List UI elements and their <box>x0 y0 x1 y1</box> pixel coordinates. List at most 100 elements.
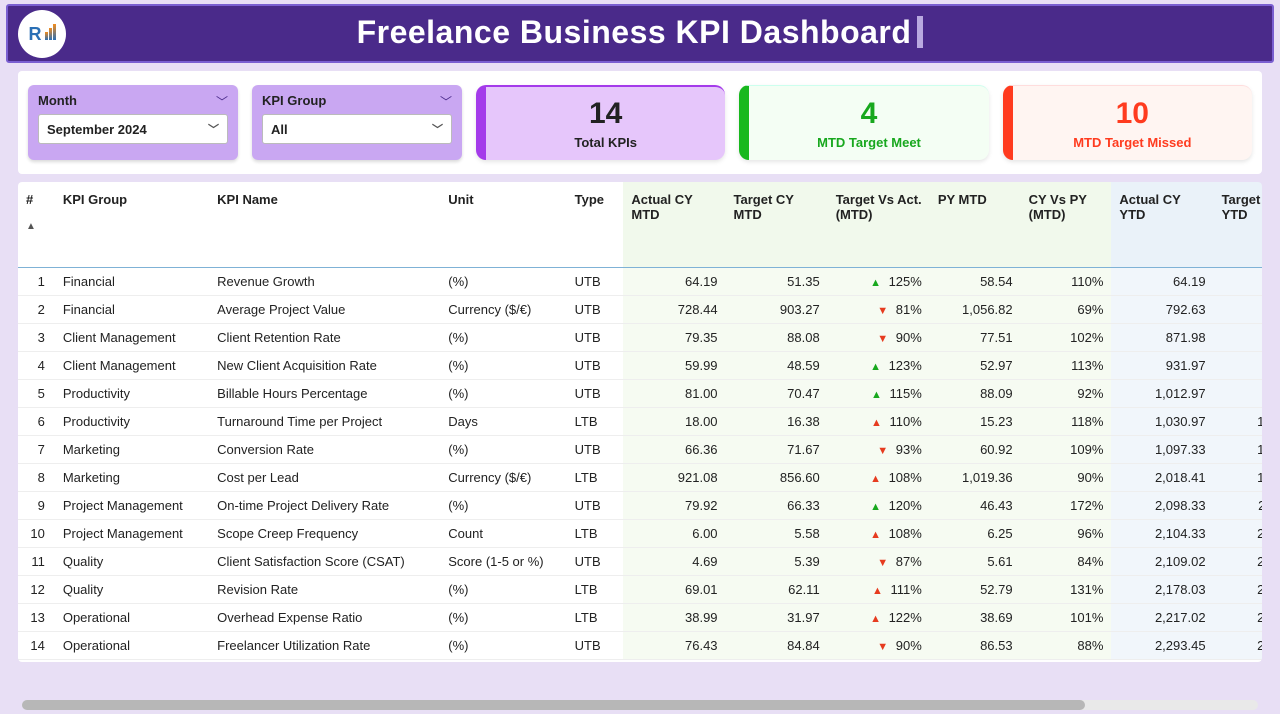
table-row[interactable]: 12QualityRevision Rate(%)LTB69.0162.11▲ … <box>18 576 1262 604</box>
chevron-down-icon[interactable]: ﹀ <box>216 93 228 110</box>
cell-tva-mtd: ▲ 108% <box>828 464 930 492</box>
cell-py-mtd: 1,019.36 <box>930 464 1021 492</box>
cell-actual-mtd: 59.99 <box>623 352 725 380</box>
cell-name: Revision Rate <box>209 576 440 604</box>
cell-unit: Count <box>440 520 566 548</box>
table-row[interactable]: 14OperationalFreelancer Utilization Rate… <box>18 632 1262 660</box>
cell-group: Project Management <box>55 492 209 520</box>
col-unit[interactable]: Unit <box>440 182 566 268</box>
cell-type: LTB <box>567 520 624 548</box>
cell-idx: 14 <box>18 632 55 660</box>
cell-group: Marketing <box>55 436 209 464</box>
cell-name: Overhead Expense Ratio <box>209 604 440 632</box>
group-select[interactable]: All ﹀ <box>262 114 452 144</box>
cell-idx: 13 <box>18 604 55 632</box>
triangle-up-red-icon: ▲ <box>870 529 881 541</box>
group-filter-card: ﹀ KPI Group All ﹀ <box>252 85 462 160</box>
triangle-up-red-icon: ▲ <box>870 473 881 485</box>
cell-idx: 12 <box>18 576 55 604</box>
cell-group: Client Management <box>55 324 209 352</box>
cell-py-mtd: 52.97 <box>930 352 1021 380</box>
table-row[interactable]: 9Project ManagementOn-time Project Deliv… <box>18 492 1262 520</box>
cell-name: On-time Project Delivery Rate <box>209 492 440 520</box>
cell-py-mtd: 77.51 <box>930 324 1021 352</box>
table-row[interactable]: 2FinancialAverage Project ValueCurrency … <box>18 296 1262 324</box>
cell-tva-mtd: ▲ 115% <box>828 380 930 408</box>
cell-actual-mtd: 79.92 <box>623 492 725 520</box>
cell-actual-mtd: 728.44 <box>623 296 725 324</box>
cell-target-mtd: 84.84 <box>726 632 828 660</box>
cell-actual-ytd: 1,097.33 <box>1111 436 1213 464</box>
chevron-down-icon: ﹀ <box>208 121 219 137</box>
table-row[interactable]: 7MarketingConversion Rate(%)UTB66.3671.6… <box>18 436 1262 464</box>
triangle-down-icon: ▼ <box>877 641 888 653</box>
triangle-down-icon: ▼ <box>877 305 888 317</box>
cell-tva-mtd: ▼ 81% <box>828 296 930 324</box>
cell-type: LTB <box>567 576 624 604</box>
chevron-down-icon[interactable]: ﹀ <box>440 93 452 110</box>
cell-name: Turnaround Time per Project <box>209 408 440 436</box>
cell-cypy-mtd: 131% <box>1021 576 1112 604</box>
cell-unit: (%) <box>440 324 566 352</box>
table-row[interactable]: 13OperationalOverhead Expense Ratio(%)LT… <box>18 604 1262 632</box>
cell-name: New Client Acquisition Rate <box>209 352 440 380</box>
cell-target-mtd: 88.08 <box>726 324 828 352</box>
table-row[interactable]: 10Project ManagementScope Creep Frequenc… <box>18 520 1262 548</box>
cell-tva-mtd: ▲ 122% <box>828 604 930 632</box>
cell-idx: 9 <box>18 492 55 520</box>
sort-asc-icon: ▲ <box>26 221 47 232</box>
cell-target-ytd: 800.25 <box>1214 380 1262 408</box>
cell-idx: 3 <box>18 324 55 352</box>
table-row[interactable]: 6ProductivityTurnaround Time per Project… <box>18 408 1262 436</box>
cell-actual-ytd: 2,109.02 <box>1111 548 1213 576</box>
triangle-down-icon: ▼ <box>877 445 888 457</box>
cell-target-ytd: 924.30 <box>1214 324 1262 352</box>
cell-idx: 8 <box>18 464 55 492</box>
total-kpis-value: 14 <box>589 97 622 131</box>
scrollbar-thumb[interactable] <box>22 700 1085 710</box>
brand-logo: R <box>18 10 66 58</box>
cell-target-mtd: 903.27 <box>726 296 828 324</box>
month-select[interactable]: September 2024 ﹀ <box>38 114 228 144</box>
cell-cypy-mtd: 102% <box>1021 324 1112 352</box>
cell-type: LTB <box>567 464 624 492</box>
col-tva-mtd[interactable]: Target Vs Act. (MTD) <box>828 182 930 268</box>
col-actual-ytd[interactable]: Actual CY YTD <box>1111 182 1213 268</box>
col-target-ytd[interactable]: Target CY YTD <box>1214 182 1262 268</box>
table-row[interactable]: 4Client ManagementNew Client Acquisition… <box>18 352 1262 380</box>
cell-target-mtd: 66.33 <box>726 492 828 520</box>
col-group[interactable]: KPI Group <box>55 182 209 268</box>
col-target-mtd[interactable]: Target CY MTD <box>726 182 828 268</box>
cell-type: UTB <box>567 380 624 408</box>
triangle-up-red-icon: ▲ <box>871 417 882 429</box>
col-name[interactable]: KPI Name <box>209 182 440 268</box>
table-row[interactable]: 8MarketingCost per LeadCurrency ($/€)LTB… <box>18 464 1262 492</box>
page-title: Freelance Business KPI Dashboard <box>357 14 912 51</box>
table-header-row: #▲ KPI Group KPI Name Unit Type Actual C… <box>18 182 1262 268</box>
col-idx[interactable]: #▲ <box>18 182 55 268</box>
col-type[interactable]: Type <box>567 182 624 268</box>
triangle-up-icon: ▲ <box>870 277 881 289</box>
cell-group: Project Management <box>55 520 209 548</box>
cell-actual-mtd: 81.00 <box>623 380 725 408</box>
col-actual-mtd[interactable]: Actual CY MTD <box>623 182 725 268</box>
table-row[interactable]: 11QualityClient Satisfaction Score (CSAT… <box>18 548 1262 576</box>
cell-actual-mtd: 4.69 <box>623 548 725 576</box>
cell-target-ytd: 1,092.83 <box>1214 408 1262 436</box>
cell-cypy-mtd: 96% <box>1021 520 1112 548</box>
target-missed-label: MTD Target Missed <box>1073 135 1191 150</box>
cell-actual-mtd: 64.19 <box>623 268 725 296</box>
table-row[interactable]: 3Client ManagementClient Retention Rate(… <box>18 324 1262 352</box>
triangle-up-red-icon: ▲ <box>872 585 883 597</box>
target-meet-card: 4 MTD Target Meet <box>739 85 988 160</box>
horizontal-scrollbar[interactable] <box>22 700 1258 710</box>
col-cypy-mtd[interactable]: CY Vs PY (MTD) <box>1021 182 1112 268</box>
col-py-mtd[interactable]: PY MTD <box>930 182 1021 268</box>
table-row[interactable]: 5ProductivityBillable Hours Percentage(%… <box>18 380 1262 408</box>
cell-idx: 6 <box>18 408 55 436</box>
table-row[interactable]: 1FinancialRevenue Growth(%)UTB64.1951.35… <box>18 268 1262 296</box>
cell-type: UTB <box>567 632 624 660</box>
title-bar: R Freelance Business KPI Dashboard <box>6 4 1274 63</box>
cell-group: Financial <box>55 296 209 324</box>
cell-cypy-mtd: 84% <box>1021 548 1112 576</box>
